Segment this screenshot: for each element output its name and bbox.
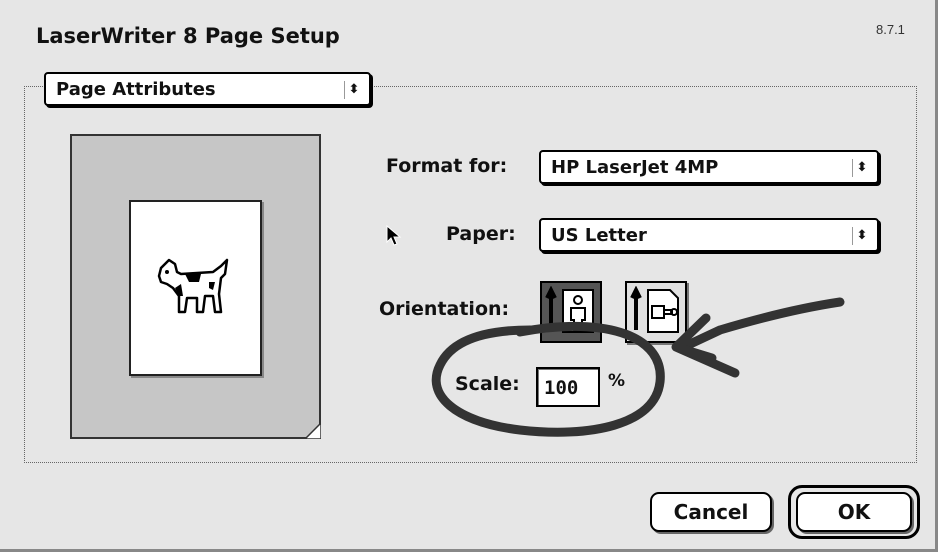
ok-button[interactable]: OK [796, 492, 912, 532]
landscape-orientation-button[interactable] [625, 281, 687, 343]
cancel-button[interactable]: Cancel [650, 492, 772, 532]
dogcow-icon [157, 258, 229, 314]
paper-popup[interactable]: US Letter ⬍ [539, 218, 879, 252]
format-for-popup[interactable]: HP LaserJet 4MP ⬍ [539, 150, 879, 184]
page-fold-corner [305, 423, 321, 439]
ok-button-default-ring: OK [788, 485, 920, 539]
scale-input[interactable]: 100 [536, 367, 600, 407]
section-popup-menu[interactable]: Page Attributes ⬍ [44, 72, 371, 106]
paper-value: US Letter [551, 225, 647, 246]
page-setup-dialog: LaserWriter 8 Page Setup 8.7.1 Page Attr… [0, 0, 938, 552]
popup-arrow-icon: ⬍ [344, 81, 363, 99]
popup-arrow-icon: ⬍ [852, 227, 871, 245]
arrow-cursor-icon [386, 225, 402, 246]
portrait-orientation-icon [545, 286, 594, 333]
popup-arrow-icon: ⬍ [852, 159, 871, 177]
paper-label: Paper: [446, 223, 516, 245]
paper-preview [70, 134, 321, 439]
section-popup-value: Page Attributes [56, 79, 216, 100]
preview-page [129, 200, 262, 376]
portrait-orientation-button[interactable] [540, 281, 602, 343]
format-for-value: HP LaserJet 4MP [551, 157, 719, 178]
percent-label: % [608, 371, 626, 391]
orientation-label: Orientation: [379, 298, 510, 320]
scale-value: 100 [544, 377, 579, 399]
scale-label: Scale: [455, 373, 520, 395]
landscape-orientation-icon [630, 286, 679, 333]
format-for-label: Format for: [386, 155, 508, 177]
version-label: 8.7.1 [876, 22, 905, 37]
dialog-title: LaserWriter 8 Page Setup [36, 24, 340, 48]
